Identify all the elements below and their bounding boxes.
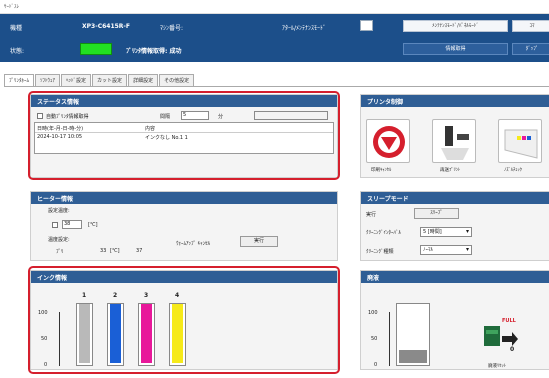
status-highlight-frame: [28, 91, 340, 180]
sleep-exec-label: 実行: [366, 212, 377, 218]
cleaning-interval-select[interactable]: 5 [時間]: [420, 227, 472, 237]
dump-button[interactable]: ﾀﾞｯﾌﾟ: [512, 43, 549, 55]
tab-printer-home[interactable]: ﾌﾟﾘﾝﾀﾎｰﾑ: [4, 74, 35, 86]
cleaning-type-label: ｸﾘｰﾆﾝｸﾞ種類: [366, 249, 394, 255]
nozzle-check-label: ﾉｽﾞﾙﾁｪｯｸ: [504, 168, 522, 173]
sleep-mode-title: スリープモード: [367, 196, 409, 203]
waste-tank-bar: [396, 303, 430, 366]
tab-bar: ﾌﾟﾘﾝﾀﾎｰﾑ ｿﾌﾄｳｪｱ ﾍｯﾄﾞ設定 カット設定 詳細設定 その他設定: [4, 74, 195, 86]
tab-head-settings[interactable]: ﾍｯﾄﾞ設定: [61, 74, 92, 86]
clean-label: 再送ﾌﾟﾘﾝﾄ: [440, 168, 461, 173]
tab-cut-settings[interactable]: カット設定: [92, 74, 128, 86]
tab-divider: [4, 86, 549, 87]
top-right-button[interactable]: ｺﾏ: [512, 20, 549, 32]
waste-reset-label: 廃液ﾘｾｯﾄ: [488, 364, 506, 369]
pre-heater-unit: [℃]: [110, 248, 120, 254]
model-label: 機種: [10, 25, 23, 32]
sleep-execute-button[interactable]: ｽﾘｰﾌﾟ: [414, 208, 459, 219]
waste-icon: [484, 326, 518, 346]
setting-temp-checkbox[interactable]: [52, 222, 58, 228]
waste-tank-fill: [399, 350, 427, 363]
nozzle-check-icon: [504, 129, 538, 159]
waste-axis-100: 100: [368, 310, 378, 316]
cleaning-type-select[interactable]: ﾉｰﾏﾙ: [420, 245, 472, 255]
tab-detail-settings[interactable]: 詳細設定: [128, 74, 159, 86]
cleaning-interval-label: ｸﾘｰﾆﾝｸﾞｲﾝﾀｰﾊﾞﾙ: [366, 230, 402, 236]
setting-temp-input[interactable]: 38: [62, 220, 82, 229]
waste-axis-line: [389, 312, 390, 366]
stop-print-label: 印刷ｷｬﾝｾﾙ: [371, 168, 392, 173]
temp-setting-label: 温度設定:: [48, 237, 70, 243]
warmup-execute-button[interactable]: 実行: [240, 236, 278, 247]
window-title: ｻｰﾄﾞｽﾚ: [4, 4, 20, 10]
nozzle-check-button[interactable]: [498, 119, 542, 163]
stop-print-button[interactable]: [366, 119, 410, 163]
pre-heater-label: ﾌﾟﾘ: [56, 249, 64, 255]
waste-panel-title: 廃液: [367, 275, 380, 282]
maintenance-mode-button[interactable]: ﾒﾝﾃﾅﾝｽﾓｰﾄﾞ/ﾊﾟﾈﾙﾓｰﾄﾞ: [403, 20, 508, 32]
window-titlebar: ｻｰﾄﾞｽﾚ: [0, 0, 549, 14]
setting-temp-unit: [℃]: [88, 222, 98, 228]
waste-alert-label: FULL: [502, 318, 516, 324]
mode-label: ｱﾀｰﾙ/ﾒﾝﾃﾅﾝｽﾓｰﾄﾞ: [282, 25, 327, 32]
stop-icon: [373, 126, 405, 158]
heater-panel-header: ヒーター情報: [31, 192, 337, 204]
status-indicator: [80, 43, 112, 55]
warmup-cancel-label: ｳｫｰﾑｱｯﾌﾟ ｷｬﾝｾﾙ: [176, 241, 211, 247]
printer-control-header: プリンタ制御: [361, 95, 549, 107]
waste-panel-header: 廃液: [361, 271, 549, 283]
cleaning-icon: [441, 126, 469, 160]
fetch-info-button[interactable]: 情報取得: [403, 43, 508, 55]
pre-heater-temp: 33: [100, 248, 107, 254]
setting-temp-label: 設定温度:: [48, 208, 70, 214]
sleep-mode-header: スリープモード: [361, 192, 549, 204]
tab-software[interactable]: ｿﾌﾄｳｪｱ: [35, 74, 61, 86]
mode-indicator: [360, 20, 373, 31]
waste-count: 0: [510, 346, 515, 353]
waste-reset-icon[interactable]: FULL 0: [480, 318, 524, 358]
waste-axis-0: 0: [374, 362, 378, 368]
waste-axis-50: 50: [371, 336, 378, 342]
printer-control-title: プリンタ制御: [367, 99, 404, 106]
platen-temp: 37: [136, 248, 143, 254]
clean-button[interactable]: [432, 119, 476, 163]
ink-highlight-frame: [28, 266, 340, 374]
heater-panel-title: ヒーター情報: [37, 196, 74, 203]
model-value: XP3-C6415R-F: [82, 23, 130, 30]
top-info-bar: 機種 XP3-C6415R-F ﾏｼﾝ番号: ｱﾀｰﾙ/ﾒﾝﾃﾅﾝｽﾓｰﾄﾞ ﾒ…: [0, 14, 549, 62]
status-message: ﾌﾟﾘﾝﾀ情報取得: 成功: [126, 48, 182, 55]
tab-other-settings[interactable]: その他設定: [159, 74, 195, 86]
status-label: 状態:: [10, 48, 25, 55]
model-number-label: ﾏｼﾝ番号:: [160, 25, 184, 32]
